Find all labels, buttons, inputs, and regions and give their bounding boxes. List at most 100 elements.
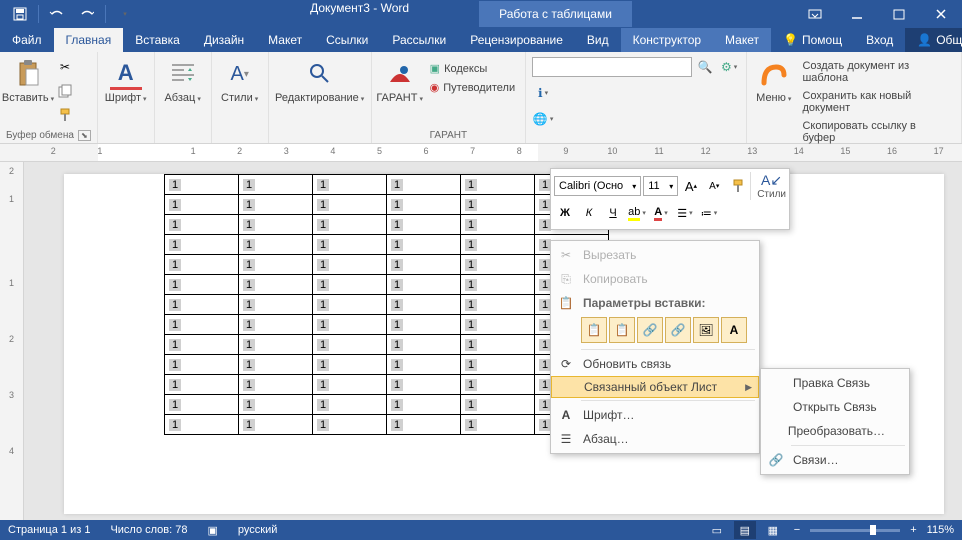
- view-print-layout[interactable]: ▤: [734, 521, 756, 539]
- styles-mini-button[interactable]: A↙ Стили: [750, 172, 786, 200]
- tab-file[interactable]: Файл: [0, 28, 54, 52]
- table-cell[interactable]: 1: [387, 395, 461, 415]
- garant-guides-link[interactable]: ◉Путеводители: [426, 79, 519, 96]
- table-cell[interactable]: 1: [239, 395, 313, 415]
- table-cell[interactable]: 1: [313, 275, 387, 295]
- grow-font-button[interactable]: A▴: [680, 175, 701, 197]
- table-cell[interactable]: 1: [165, 255, 239, 275]
- dialog-launcher-icon[interactable]: ⬊: [78, 130, 91, 141]
- highlight-button[interactable]: ab: [626, 202, 648, 224]
- sub-links[interactable]: 🔗Связи…: [761, 448, 909, 472]
- globe-button[interactable]: 🌐: [532, 108, 554, 130]
- ctx-linked-object[interactable]: Связанный объект Лист▶: [551, 376, 759, 398]
- table-cell[interactable]: 1: [387, 235, 461, 255]
- table-cell[interactable]: 1: [461, 255, 535, 275]
- table-cell[interactable]: 1: [461, 335, 535, 355]
- table-cell[interactable]: 1: [165, 275, 239, 295]
- table-cell[interactable]: 1: [461, 175, 535, 195]
- bold-button[interactable]: Ж: [554, 202, 576, 224]
- sub-edit-link[interactable]: Правка Связь: [761, 371, 909, 395]
- format-painter-mini[interactable]: [727, 175, 748, 197]
- editing-button[interactable]: Редактирование: [275, 56, 365, 106]
- table-cell[interactable]: 1: [387, 315, 461, 335]
- table-cell[interactable]: 1: [239, 195, 313, 215]
- table-cell[interactable]: 1: [239, 235, 313, 255]
- table-cell[interactable]: 1: [239, 315, 313, 335]
- tab-design[interactable]: Дизайн: [192, 28, 256, 52]
- ribbon-options-button[interactable]: [794, 0, 836, 28]
- directum-menu-button[interactable]: Меню: [753, 56, 794, 106]
- info-button[interactable]: ℹ: [532, 82, 554, 104]
- search-go-button[interactable]: 🔍: [694, 56, 716, 78]
- shrink-font-button[interactable]: A▾: [704, 175, 725, 197]
- table-cell[interactable]: 1: [313, 395, 387, 415]
- table-cell[interactable]: 1: [239, 415, 313, 435]
- paste-text-only[interactable]: A: [721, 317, 747, 343]
- paste-keep-source[interactable]: 📋: [581, 317, 607, 343]
- table-cell[interactable]: 1: [313, 415, 387, 435]
- undo-button[interactable]: [43, 2, 71, 26]
- minimize-button[interactable]: [836, 0, 878, 28]
- font-color-button[interactable]: A: [650, 202, 672, 224]
- table-cell[interactable]: 1: [461, 215, 535, 235]
- zoom-level[interactable]: 115%: [927, 524, 954, 536]
- table-cell[interactable]: 1: [461, 415, 535, 435]
- directum-save-new[interactable]: Сохранить как новый документ: [798, 88, 955, 116]
- table-cell[interactable]: 1: [461, 355, 535, 375]
- table-cell[interactable]: 1: [387, 275, 461, 295]
- table-cell[interactable]: 1: [313, 375, 387, 395]
- table-cell[interactable]: 1: [239, 295, 313, 315]
- table-cell[interactable]: 1: [461, 275, 535, 295]
- view-read-mode[interactable]: ▭: [706, 521, 728, 539]
- status-page[interactable]: Страница 1 из 1: [8, 524, 90, 536]
- status-word-count[interactable]: Число слов: 78: [110, 524, 187, 536]
- sub-convert[interactable]: Преобразовать…: [761, 419, 909, 443]
- status-proofing[interactable]: ▣: [208, 524, 218, 537]
- qat-customize-button[interactable]: [110, 2, 138, 26]
- table-cell[interactable]: 1: [387, 415, 461, 435]
- table-cell[interactable]: 1: [165, 235, 239, 255]
- bullets-button[interactable]: ☰: [674, 202, 696, 224]
- cut-button[interactable]: ✂: [54, 56, 76, 78]
- table-cell[interactable]: 1: [461, 395, 535, 415]
- table-cell[interactable]: 1: [461, 295, 535, 315]
- directum-copy-link[interactable]: Скопировать ссылку в буфер: [798, 118, 955, 146]
- table-cell[interactable]: 1: [387, 175, 461, 195]
- zoom-in-button[interactable]: +: [906, 524, 920, 536]
- table-cell[interactable]: 1: [387, 195, 461, 215]
- garant-codex-link[interactable]: ▣Кодексы: [426, 60, 519, 77]
- tab-layout[interactable]: Макет: [256, 28, 314, 52]
- table-cell[interactable]: 1: [313, 315, 387, 335]
- table-cell[interactable]: 1: [313, 195, 387, 215]
- tell-me-button[interactable]: 💡Помощ: [771, 28, 854, 52]
- tab-table-design[interactable]: Конструктор: [621, 28, 713, 52]
- paste-link-source[interactable]: 🔗: [637, 317, 663, 343]
- table-cell[interactable]: 1: [165, 335, 239, 355]
- table-cell[interactable]: 1: [313, 335, 387, 355]
- copy-button[interactable]: [54, 80, 76, 102]
- table-cell[interactable]: 1: [239, 275, 313, 295]
- tab-mailings[interactable]: Рассылки: [380, 28, 458, 52]
- table-cell[interactable]: 1: [165, 195, 239, 215]
- save-button[interactable]: [6, 2, 34, 26]
- table-cell[interactable]: 1: [165, 375, 239, 395]
- tab-references[interactable]: Ссылки: [314, 28, 380, 52]
- numbering-button[interactable]: ≔: [698, 202, 720, 224]
- table-cell[interactable]: 1: [387, 215, 461, 235]
- paste-use-dest[interactable]: 📋: [609, 317, 635, 343]
- font-button[interactable]: A Шрифт: [104, 56, 148, 106]
- zoom-slider[interactable]: [810, 529, 900, 532]
- table-cell[interactable]: 1: [387, 255, 461, 275]
- paste-picture[interactable]: 🖼: [693, 317, 719, 343]
- ctx-font[interactable]: AШрифт…: [551, 403, 759, 427]
- redo-button[interactable]: [73, 2, 101, 26]
- table-cell[interactable]: 1: [313, 295, 387, 315]
- table-cell[interactable]: 1: [461, 235, 535, 255]
- ctx-paragraph[interactable]: ☰Абзац…: [551, 427, 759, 451]
- font-size-combo[interactable]: 11▾: [643, 176, 678, 196]
- table-cell[interactable]: 1: [387, 375, 461, 395]
- close-button[interactable]: [920, 0, 962, 28]
- paste-link-dest[interactable]: 🔗: [665, 317, 691, 343]
- tab-view[interactable]: Вид: [575, 28, 621, 52]
- table-cell[interactable]: 1: [165, 175, 239, 195]
